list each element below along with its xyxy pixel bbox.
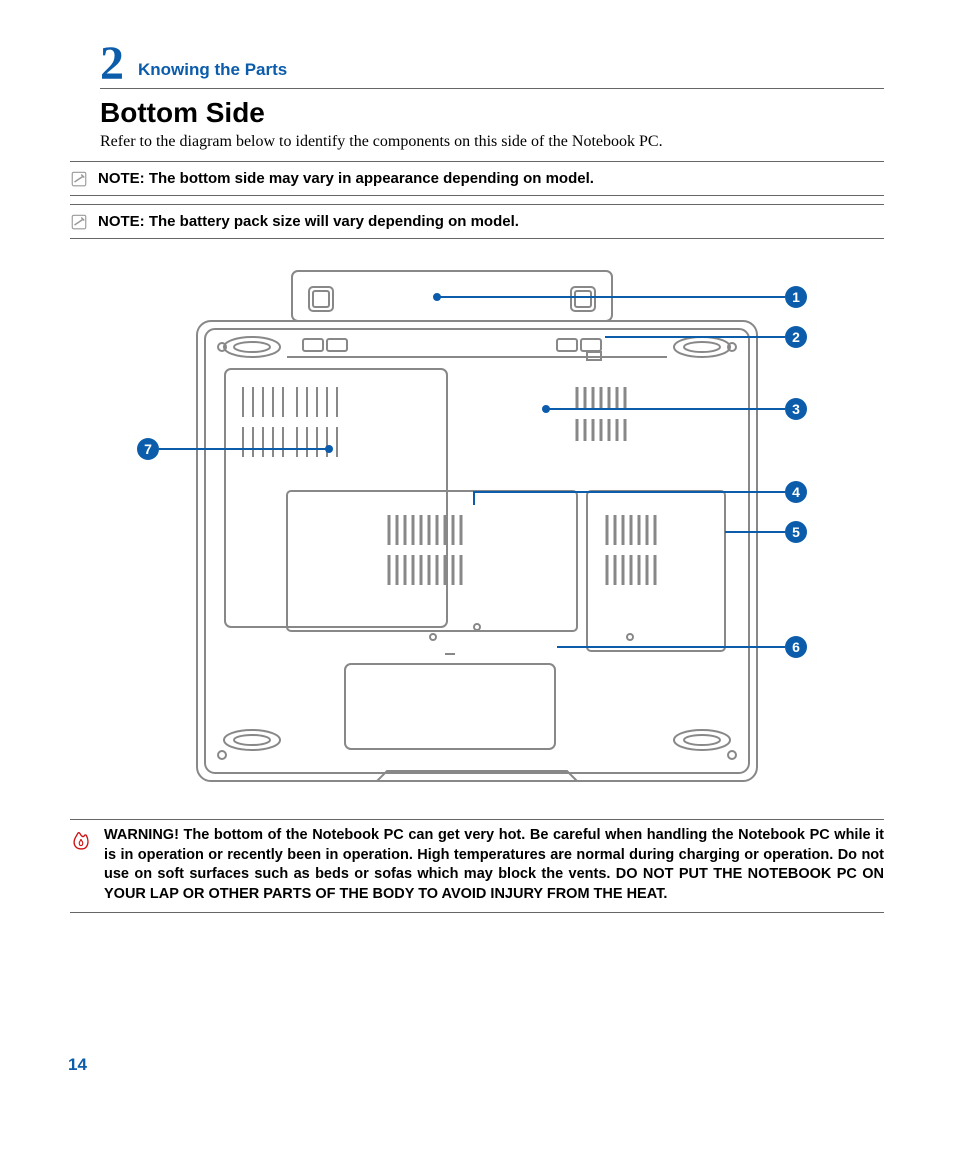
warning-block: WARNING! The bottom of the Notebook PC c… — [70, 819, 884, 913]
note-block-1: NOTE: The bottom side may vary in appear… — [70, 161, 884, 196]
note-text: NOTE: The bottom side may vary in appear… — [98, 168, 594, 189]
callout-3: 3 — [785, 398, 807, 420]
page-number: 14 — [68, 1055, 87, 1075]
callout-7: 7 — [137, 438, 159, 460]
chapter-title: Knowing the Parts — [138, 60, 287, 80]
callout-line — [725, 531, 785, 533]
note-icon — [70, 170, 88, 188]
diagram-bottom-side: 1 2 3 4 5 6 7 — [127, 259, 827, 799]
callout-line — [473, 491, 475, 505]
callout-4: 4 — [785, 481, 807, 503]
callout-line — [473, 491, 785, 493]
callout-1: 1 — [785, 286, 807, 308]
callout-line — [548, 408, 785, 410]
callout-2: 2 — [785, 326, 807, 348]
laptop-bottom-illustration — [127, 259, 827, 799]
callout-line — [159, 448, 327, 450]
note-text: NOTE: The battery pack size will vary de… — [98, 211, 519, 232]
warning-text: WARNING! The bottom of the Notebook PC c… — [104, 826, 884, 904]
callout-line — [557, 646, 785, 648]
hot-warning-icon — [70, 828, 92, 850]
callout-5: 5 — [785, 521, 807, 543]
note-block-2: NOTE: The battery pack size will vary de… — [70, 204, 884, 239]
section-title: Bottom Side — [100, 97, 884, 129]
callout-line — [605, 336, 785, 338]
chapter-header: 2 Knowing the Parts — [100, 40, 884, 89]
callout-line — [439, 296, 785, 298]
callout-dot — [325, 445, 333, 453]
callout-6: 6 — [785, 636, 807, 658]
chapter-number: 2 — [100, 40, 124, 88]
note-icon — [70, 213, 88, 231]
section-intro: Refer to the diagram below to identify t… — [100, 133, 884, 151]
document-page: 2 Knowing the Parts Bottom Side Refer to… — [0, 0, 954, 1155]
